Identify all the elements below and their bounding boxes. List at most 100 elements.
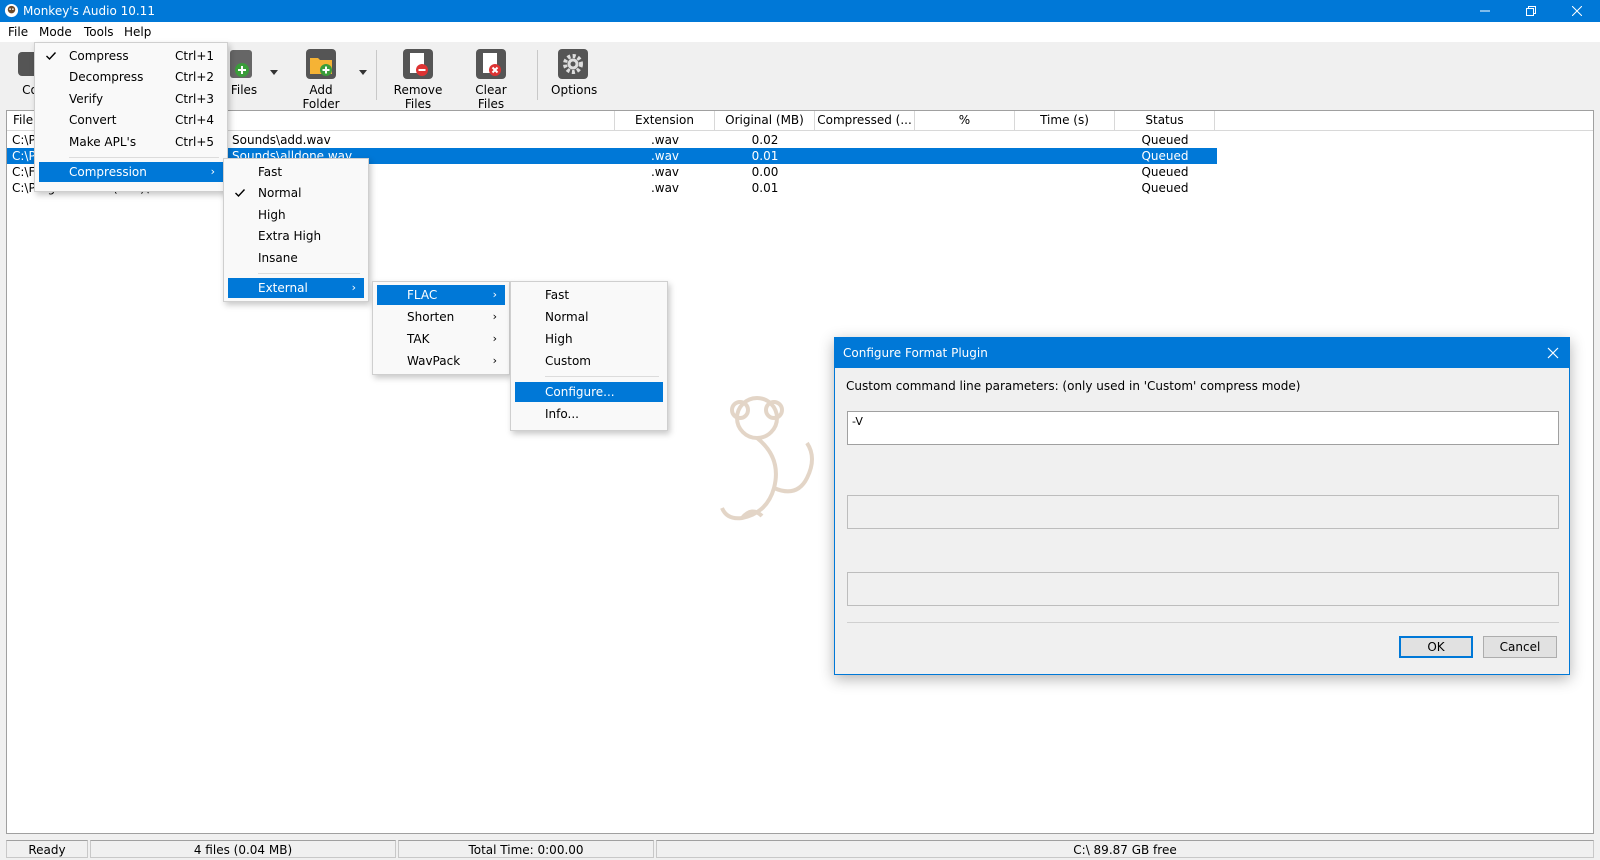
dialog-title-bar: Configure Format Plugin <box>835 338 1569 368</box>
title-bar: Monkey's Audio 10.11 <box>0 0 1600 22</box>
remove-files-button[interactable]: Remove Files <box>381 48 455 111</box>
close-window-button[interactable] <box>1554 0 1600 22</box>
status-disk-space: C:\ 89.87 GB free <box>656 840 1594 858</box>
original-size-cell: 0.01 <box>751 181 779 195</box>
status-cell: Queued <box>1141 165 1189 179</box>
add-folder-button[interactable]: Add Folder <box>290 48 352 111</box>
file-path-cell: C:\P <box>12 133 36 147</box>
column-header-time[interactable]: Time (s) <box>1015 111 1115 131</box>
status-bar: Ready 4 files (0.04 MB) Total Time: 0:00… <box>0 838 1600 860</box>
dialog-separator <box>847 622 1559 623</box>
column-header-status[interactable]: Status <box>1115 111 1215 131</box>
original-size-cell: 0.01 <box>751 149 779 163</box>
menu-bar: File Mode Tools Help <box>0 22 1600 42</box>
original-size-cell: 0.02 <box>751 133 779 147</box>
menu-item-verify[interactable]: Verify Ctrl+3 <box>39 89 223 109</box>
menu-item-shorten[interactable]: Shorten › <box>377 307 505 327</box>
remove-files-icon <box>403 49 433 79</box>
add-folder-icon <box>306 49 336 79</box>
menu-item-flac-custom[interactable]: Custom <box>515 351 663 371</box>
status-cell: Queued <box>1141 181 1189 195</box>
clear-files-icon <box>476 49 506 79</box>
original-size-cell: 0.00 <box>751 165 779 179</box>
remove-files-button-label: Remove Files <box>393 83 443 111</box>
chevron-right-icon: › <box>492 288 497 301</box>
options-button[interactable]: Options <box>551 48 598 97</box>
options-button-label: Options <box>551 83 598 97</box>
status-cell: Queued <box>1141 133 1189 147</box>
add-folder-dropdown-arrow[interactable] <box>359 70 367 75</box>
status-total-time: Total Time: 0:00.00 <box>398 840 654 858</box>
menu-tools[interactable]: Tools <box>84 25 114 39</box>
monkey-watermark-icon <box>720 396 814 521</box>
status-file-count: 4 files (0.04 MB) <box>90 840 396 858</box>
disabled-field <box>847 495 1559 529</box>
add-files-button[interactable]: Files <box>222 48 266 97</box>
column-header-compressed[interactable]: Compressed (... <box>815 111 915 131</box>
toolbar-separator <box>537 50 538 100</box>
monkey-app-icon <box>4 3 19 18</box>
clear-files-button[interactable]: Clear Files <box>462 48 520 111</box>
menu-item-extra-high[interactable]: Extra High <box>228 226 364 246</box>
menu-item-flac-normal[interactable]: Normal <box>515 307 663 327</box>
mode-menu: Compress Ctrl+1 Decompress Ctrl+2 Verify… <box>34 42 228 192</box>
parameters-label: Custom command line parameters: (only us… <box>846 379 1301 393</box>
add-files-dropdown-arrow[interactable] <box>270 70 278 75</box>
gear-icon <box>558 49 588 79</box>
menu-separator <box>69 157 219 158</box>
file-path-cell: C:\F <box>12 165 36 179</box>
column-header-extension[interactable]: Extension <box>615 111 715 131</box>
close-icon[interactable] <box>1545 345 1561 361</box>
chevron-right-icon: › <box>492 332 497 345</box>
minimize-icon <box>1480 10 1490 12</box>
menu-item-flac-fast[interactable]: Fast <box>515 285 663 305</box>
menu-file[interactable]: File <box>8 25 28 39</box>
menu-item-normal[interactable]: Normal <box>228 183 364 203</box>
extension-cell: .wav <box>650 149 680 163</box>
restore-button[interactable] <box>1508 0 1554 22</box>
add-files-icon <box>230 50 252 78</box>
cancel-button[interactable]: Cancel <box>1483 636 1557 658</box>
external-submenu: FLAC › Shorten › TAK › WavPack › <box>372 281 510 375</box>
menu-item-decompress[interactable]: Decompress Ctrl+2 <box>39 67 223 87</box>
add-folder-button-label: Add Folder <box>302 83 340 111</box>
status-ready: Ready <box>6 840 88 858</box>
chevron-right-icon: › <box>492 310 497 323</box>
flac-submenu: Fast Normal High Custom Configure... Inf… <box>510 281 668 431</box>
toolbar-separator <box>376 50 377 100</box>
menu-item-flac[interactable]: FLAC › <box>377 285 505 305</box>
minimize-button[interactable] <box>1462 0 1508 22</box>
menu-separator <box>258 273 360 274</box>
dialog-title: Configure Format Plugin <box>843 346 988 360</box>
chevron-right-icon: › <box>492 354 497 367</box>
file-path-cell: C:\P <box>12 149 36 163</box>
menu-item-compression[interactable]: Compression › <box>39 162 223 182</box>
extension-cell: .wav <box>650 165 680 179</box>
file-path-cell: Sounds\add.wav <box>232 133 331 147</box>
menu-item-compress[interactable]: Compress Ctrl+1 <box>39 46 223 66</box>
toolbar: Co Files Add Folder Remove Files Clear F… <box>0 42 1600 111</box>
extension-cell: .wav <box>650 181 680 195</box>
menu-item-convert[interactable]: Convert Ctrl+4 <box>39 110 223 130</box>
checkmark-icon <box>46 52 57 61</box>
column-header-percent[interactable]: % <box>915 111 1015 131</box>
menu-item-configure[interactable]: Configure... <box>515 382 663 402</box>
menu-help[interactable]: Help <box>124 25 151 39</box>
menu-item-insane[interactable]: Insane <box>228 248 364 268</box>
menu-item-flac-high[interactable]: High <box>515 329 663 349</box>
menu-separator <box>545 376 659 377</box>
parameters-input[interactable]: -V <box>847 411 1559 445</box>
menu-mode[interactable]: Mode <box>39 25 72 39</box>
close-icon <box>1572 6 1582 16</box>
menu-item-tak[interactable]: TAK › <box>377 329 505 349</box>
menu-item-wavpack[interactable]: WavPack › <box>377 351 505 371</box>
menu-item-high[interactable]: High <box>228 205 364 225</box>
ok-button[interactable]: OK <box>1399 636 1473 658</box>
menu-item-info[interactable]: Info... <box>515 404 663 424</box>
menu-item-external[interactable]: External › <box>228 278 364 298</box>
checkmark-icon <box>235 189 246 198</box>
menu-item-fast[interactable]: Fast <box>228 162 364 182</box>
menu-item-make-apls[interactable]: Make APL's Ctrl+5 <box>39 132 223 152</box>
column-header-original[interactable]: Original (MB) <box>715 111 815 131</box>
clear-files-button-label: Clear Files <box>475 83 507 111</box>
